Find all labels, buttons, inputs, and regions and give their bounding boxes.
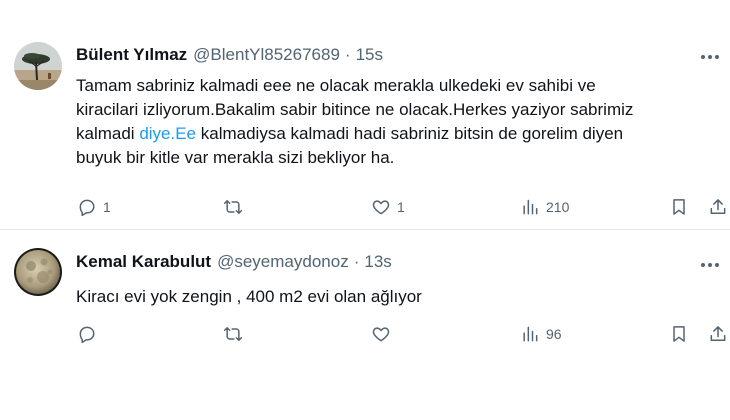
- share-button[interactable]: [708, 194, 728, 220]
- tweet[interactable]: Kemal Karabulut @seyemaydonoz · 13s Kira…: [0, 230, 730, 420]
- timestamp[interactable]: 15s: [356, 45, 383, 65]
- reply-icon: [79, 199, 95, 217]
- views-icon: [523, 199, 538, 215]
- tweet-text: Kiracı evi yok zengin , 400 m2 evi olan …: [76, 285, 716, 309]
- tweet-text: Tamam sabriniz kalmadi eee ne olacak mer…: [76, 74, 716, 170]
- tweet-link[interactable]: diye.Ee: [139, 124, 196, 143]
- views-button[interactable]: 96: [520, 321, 562, 347]
- retweet-icon: [223, 327, 243, 341]
- like-button[interactable]: 1: [371, 194, 405, 220]
- retweet-button[interactable]: [223, 194, 249, 220]
- like-count: 1: [397, 199, 405, 215]
- bookmark-button[interactable]: [669, 194, 689, 220]
- tweet-header: Bülent Yılmaz @BlentYl85267689 · 15s: [76, 45, 383, 65]
- tweet-line: buyuk bir kitle var merakla sizi bekliyo…: [76, 148, 395, 167]
- reply-icon: [79, 326, 95, 344]
- retweet-icon: [223, 200, 243, 214]
- avatar[interactable]: [14, 248, 62, 296]
- tweet-line: kalmadi diye.Ee kalmadiysa kalmadi hadi …: [76, 122, 716, 146]
- author-name[interactable]: Kemal Karabulut: [76, 252, 211, 272]
- tweet[interactable]: Bülent Yılmaz @BlentYl85267689 · 15s Tam…: [0, 0, 730, 229]
- bookmark-button[interactable]: [669, 321, 689, 347]
- more-icon[interactable]: [698, 47, 722, 67]
- views-icon: [523, 326, 538, 342]
- share-icon: [710, 199, 726, 214]
- tweet-header: Kemal Karabulut @seyemaydonoz · 13s: [76, 252, 392, 272]
- tweet-line: Tamam sabriniz kalmadi eee ne olacak mer…: [76, 76, 596, 95]
- author-handle[interactable]: @seyemaydonoz: [217, 252, 349, 272]
- tweet-line-text: kalmadi: [76, 124, 140, 143]
- reply-count: 1: [103, 199, 111, 215]
- views-count: 210: [546, 199, 570, 215]
- tweet-line-text: kalmadiysa kalmadi hadi sabriniz bitsin …: [196, 124, 624, 143]
- bookmark-icon: [673, 199, 685, 215]
- avatar-moon-image: [14, 248, 62, 296]
- views-button[interactable]: 210: [520, 194, 569, 220]
- avatar-tree-image: [14, 42, 62, 90]
- tweet-line: kiracilari izliyorum.Bakalim sabir bitin…: [76, 100, 634, 119]
- like-icon: [372, 327, 390, 342]
- action-bar: 96: [0, 321, 730, 347]
- views-count: 96: [546, 326, 562, 342]
- separator-dot: ·: [344, 45, 351, 64]
- author-name[interactable]: Bülent Yılmaz: [76, 45, 187, 65]
- share-button[interactable]: [708, 321, 728, 347]
- like-button[interactable]: [371, 321, 397, 347]
- reply-button[interactable]: 1: [77, 194, 111, 220]
- author-handle[interactable]: @BlentYl85267689: [193, 45, 340, 65]
- reply-button[interactable]: [77, 321, 103, 347]
- share-icon: [710, 326, 726, 341]
- like-icon: [372, 200, 390, 215]
- separator-dot: ·: [353, 252, 360, 271]
- more-icon[interactable]: [698, 255, 722, 275]
- timestamp[interactable]: 13s: [364, 252, 391, 272]
- tweet-line: Kiracı evi yok zengin , 400 m2 evi olan …: [76, 287, 422, 306]
- retweet-button[interactable]: [223, 321, 249, 347]
- bookmark-icon: [673, 326, 685, 342]
- avatar[interactable]: [14, 42, 62, 90]
- action-bar: 1 1 210: [0, 194, 730, 220]
